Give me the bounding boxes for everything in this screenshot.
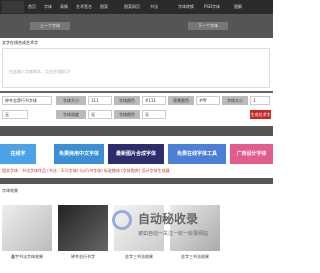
nav-item-0[interactable]: 首页 bbox=[28, 4, 36, 10]
banner-3[interactable]: 免费在线字体工具 bbox=[168, 144, 226, 164]
thumb-caption-1[interactable]: 钟齐志行书字 bbox=[58, 254, 108, 260]
option-select-c[interactable]: 无 bbox=[88, 110, 112, 119]
page-title: 文字在线合成艺术字 bbox=[2, 40, 38, 45]
color-input[interactable]: #111 bbox=[142, 96, 166, 105]
font-select[interactable]: 钟齐志莽行书字体 bbox=[2, 96, 52, 105]
next-font-button[interactable]: 下一个字体 bbox=[188, 22, 228, 30]
thumb-caption-2[interactable]: 金字三书法效果 bbox=[114, 254, 164, 260]
nav-item-8[interactable]: PSD字体 bbox=[204, 4, 220, 10]
top-nav: 首页 字体 表情 艺术签名 图案 图案网页 书法 字体转换 PSD字体 图解 bbox=[0, 0, 273, 14]
fontcolor-label: 字体颜色 bbox=[114, 110, 140, 119]
depth-label: 字体深度 bbox=[56, 110, 86, 119]
banner-4[interactable]: 广西设计字体 bbox=[230, 144, 273, 164]
result-area bbox=[0, 126, 273, 136]
divider bbox=[0, 91, 273, 93]
thumb-caption-0[interactable]: 鑫宇书法字体效果 bbox=[2, 254, 52, 260]
watermark-logo-icon bbox=[112, 210, 132, 230]
font-nav-bar: 上一个字体 下一个字体 bbox=[0, 14, 273, 38]
banner-0[interactable]: 在线字 bbox=[0, 144, 36, 164]
watermark-subtitle: 被如自动一关注一收一收录网站 bbox=[138, 231, 209, 237]
watermark-title: 自动秘收录 bbox=[138, 212, 199, 226]
thumb-caption-3[interactable]: 金字三书法效果 bbox=[170, 254, 220, 260]
option-select-e[interactable]: 无 bbox=[142, 110, 166, 119]
nav-item-3[interactable]: 艺术签名 bbox=[76, 4, 92, 10]
nav-item-9[interactable]: 图解 bbox=[234, 4, 242, 10]
section-title: 字体效果 bbox=[2, 188, 18, 193]
size-input[interactable]: 111 bbox=[88, 96, 112, 105]
nav-item-2[interactable]: 表情 bbox=[60, 4, 68, 10]
bg-input[interactable]: #fff bbox=[196, 96, 220, 105]
bg-label: 背景颜色 bbox=[168, 96, 194, 105]
nav-item-1[interactable]: 字体 bbox=[44, 4, 52, 10]
banner-2[interactable]: 最新图片合成字体 bbox=[108, 144, 164, 164]
prev-font-button[interactable]: 上一个字体 bbox=[30, 22, 70, 30]
banner-1[interactable]: 免费商用中文字体 bbox=[54, 144, 104, 164]
text-input-placeholder: 在此输入字体样本，点击生成即可！ bbox=[9, 69, 73, 74]
pad-input[interactable]: 1 bbox=[250, 96, 270, 105]
watermark: 自动秘收录 被如自动一关注一收一收录网站 bbox=[108, 206, 273, 246]
site-logo[interactable] bbox=[2, 1, 24, 13]
text-input[interactable]: 在此输入字体样本，点击生成即可！ bbox=[2, 48, 270, 88]
divider-2 bbox=[0, 178, 273, 184]
nav-item-6[interactable]: 书法 bbox=[150, 4, 158, 10]
size-label: 字体大小 bbox=[56, 96, 86, 105]
color-label: 字体颜色 bbox=[114, 96, 140, 105]
nav-item-7[interactable]: 字体转换 bbox=[178, 4, 194, 10]
option-select-a[interactable]: 无 bbox=[2, 110, 28, 119]
nav-item-4[interactable]: 图案 bbox=[100, 4, 108, 10]
pad-label: 字体大小 bbox=[222, 96, 248, 105]
related-links[interactable]: 相关字体：书法字体作品 (书法 : 天马字体) (以行书字体) 标准楷体 (字体… bbox=[2, 168, 170, 174]
generate-button[interactable]: 生成艺术字 bbox=[250, 110, 271, 119]
thumb-0[interactable] bbox=[2, 205, 52, 251]
thumb-1[interactable] bbox=[58, 205, 108, 251]
nav-item-5[interactable]: 图案网页 bbox=[124, 4, 140, 10]
